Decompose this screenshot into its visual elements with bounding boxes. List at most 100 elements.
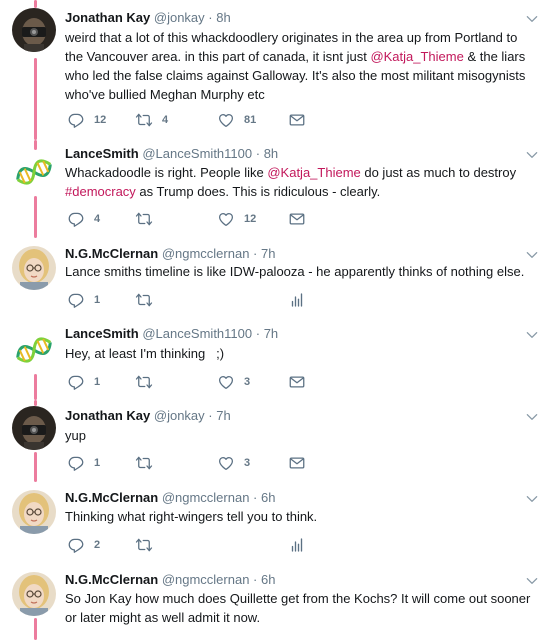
author-handle[interactable]: @jonkay — [154, 408, 205, 423]
author-name[interactable]: N.G.McClernan — [65, 246, 158, 261]
tweet-actions: 2 — [67, 535, 367, 555]
author-name[interactable]: N.G.McClernan — [65, 572, 158, 587]
timestamp[interactable]: 7h — [216, 408, 230, 423]
tweet-actions: 4 12 — [67, 209, 367, 229]
chevron-down-icon[interactable] — [525, 328, 539, 342]
jonathan-avatar[interactable] — [12, 406, 56, 450]
author-name[interactable]: Jonathan Kay — [65, 10, 150, 25]
reply-count: 4 — [94, 213, 101, 225]
analytics-button[interactable] — [288, 290, 306, 310]
direct-message-button[interactable] — [288, 110, 306, 130]
separator-dot: · — [204, 10, 217, 25]
separator-dot: · — [252, 326, 264, 341]
timestamp[interactable]: 8h — [216, 10, 230, 25]
chevron-down-icon[interactable] — [525, 12, 539, 26]
author-handle[interactable]: @ngmcclernan — [162, 572, 250, 587]
direct-message-button[interactable] — [288, 453, 306, 473]
heart-icon — [217, 210, 235, 228]
author-handle[interactable]: @LanceSmith1100 — [142, 146, 252, 161]
timestamp[interactable]: 6h — [261, 572, 275, 587]
author-handle[interactable]: @ngmcclernan — [162, 246, 250, 261]
text-segment: do just as much to destroy — [360, 165, 520, 180]
reply-button[interactable]: 1 — [67, 372, 100, 392]
author-name[interactable]: LanceSmith — [65, 326, 139, 341]
author-handle[interactable]: @ngmcclernan — [162, 490, 250, 505]
analytics-button[interactable] — [288, 535, 306, 555]
retweet-button[interactable]: 4 — [135, 110, 168, 130]
retweet-button[interactable] — [135, 372, 162, 392]
jonathan-avatar[interactable] — [12, 8, 56, 52]
analytics-icon — [288, 291, 306, 309]
mention-link[interactable]: @Katja_Thieme — [370, 49, 463, 64]
ng-avatar[interactable] — [12, 490, 56, 534]
like-button[interactable]: 3 — [217, 453, 250, 473]
author-handle[interactable]: @LanceSmith1100 — [142, 326, 252, 341]
tweet-actions: 12 4 81 — [67, 110, 367, 130]
text-segment: Whackadoodle is right. People like — [65, 165, 268, 180]
heart-icon — [217, 454, 235, 472]
reply-icon — [67, 291, 85, 309]
direct-message-button[interactable] — [288, 209, 306, 229]
retweet-button[interactable] — [135, 453, 162, 473]
mail-icon — [288, 454, 306, 472]
mail-icon — [288, 111, 306, 129]
reply-count: 12 — [94, 114, 107, 126]
chevron-down-icon[interactable] — [525, 492, 539, 506]
text-segment: Hey, at least I'm thinking ;) — [65, 346, 225, 361]
reply-button[interactable]: 1 — [67, 453, 100, 473]
tweet-header: Jonathan Kay @jonkay · 7h — [65, 408, 231, 423]
text-segment: yup — [65, 428, 86, 443]
like-button[interactable]: 12 — [217, 209, 256, 229]
timestamp[interactable]: 6h — [261, 490, 275, 505]
timestamp[interactable]: 8h — [264, 146, 278, 161]
ng-avatar[interactable] — [12, 572, 56, 616]
author-name[interactable]: Jonathan Kay — [65, 408, 150, 423]
mail-icon — [288, 210, 306, 228]
retweet-icon — [135, 291, 153, 309]
like-count: 81 — [244, 114, 257, 126]
author-handle[interactable]: @jonkay — [154, 10, 205, 25]
chevron-down-icon[interactable] — [525, 410, 539, 424]
like-button[interactable]: 81 — [217, 110, 256, 130]
tweet-header: N.G.McClernan @ngmcclernan · 6h — [65, 490, 275, 505]
retweet-count: 4 — [162, 114, 169, 126]
ng-avatar[interactable] — [12, 246, 56, 290]
retweet-button[interactable] — [135, 290, 162, 310]
timestamp[interactable]: 7h — [264, 326, 278, 341]
retweet-icon — [135, 111, 153, 129]
separator-dot: · — [204, 408, 217, 423]
separator-dot: · — [249, 572, 261, 587]
chevron-down-icon[interactable] — [525, 248, 539, 262]
tweet-text: Hey, at least I'm thinking ;) — [65, 344, 535, 363]
separator-dot: · — [249, 246, 261, 261]
tweet-text: Thinking what right-wingers tell you to … — [65, 507, 535, 526]
author-name[interactable]: LanceSmith — [65, 146, 139, 161]
text-segment: So Jon Kay how much does Quillette get f… — [65, 591, 534, 625]
dna-avatar[interactable] — [12, 150, 56, 194]
direct-message-button[interactable] — [288, 372, 306, 392]
reply-count: 1 — [94, 294, 101, 306]
like-button[interactable]: 3 — [217, 372, 250, 392]
retweet-button[interactable] — [135, 209, 162, 229]
like-count: 12 — [244, 213, 257, 225]
hashtag-link[interactable]: #democracy — [65, 184, 136, 199]
tweet-header: LanceSmith @LanceSmith1100 · 8h — [65, 146, 278, 161]
tweet-text: yup — [65, 426, 535, 445]
retweet-button[interactable] — [135, 535, 162, 555]
text-segment: as Trump does. This is ridiculous - clea… — [135, 184, 381, 199]
timestamp[interactable]: 7h — [261, 246, 275, 261]
tweet-header: N.G.McClernan @ngmcclernan · 7h — [65, 246, 275, 261]
author-name[interactable]: N.G.McClernan — [65, 490, 158, 505]
reply-button[interactable]: 1 — [67, 290, 100, 310]
separator-dot: · — [252, 146, 264, 161]
chevron-down-icon[interactable] — [525, 574, 539, 588]
reply-button[interactable]: 4 — [67, 209, 100, 229]
like-count: 3 — [244, 457, 251, 469]
text-segment: Lance smiths timeline is like IDW-palooz… — [65, 264, 525, 279]
mention-link[interactable]: @Katja_Thieme — [267, 165, 360, 180]
dna-avatar[interactable] — [12, 328, 56, 372]
chevron-down-icon[interactable] — [525, 148, 539, 162]
retweet-icon — [135, 454, 153, 472]
reply-button[interactable]: 2 — [67, 535, 100, 555]
reply-button[interactable]: 12 — [67, 110, 106, 130]
